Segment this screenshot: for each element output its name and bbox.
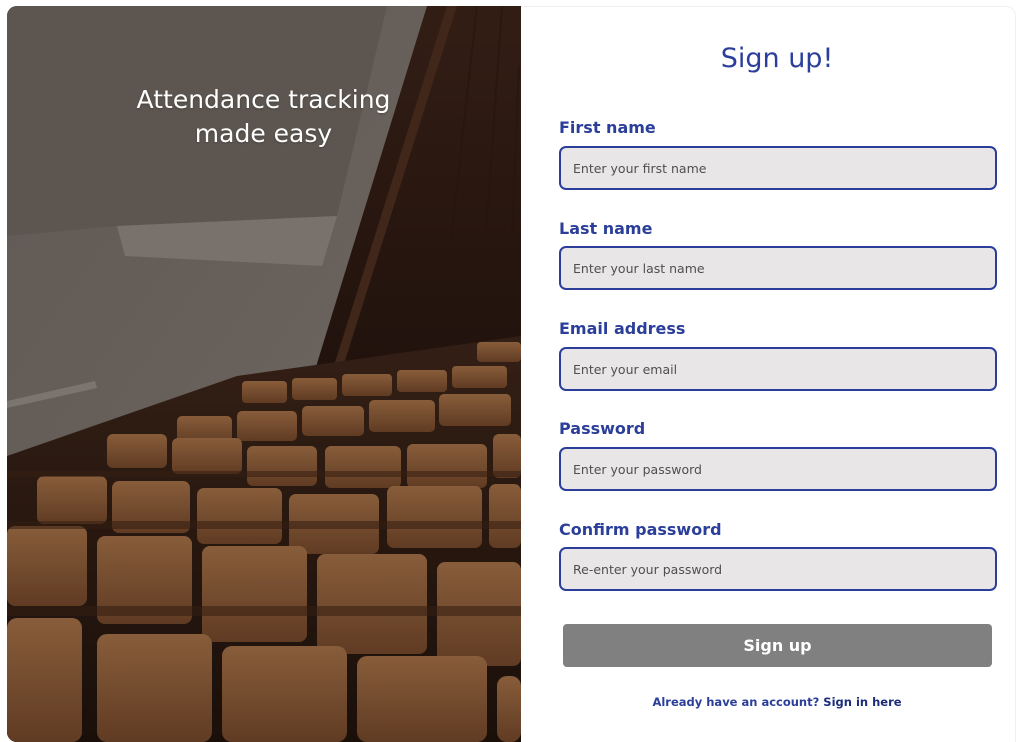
form-title: Sign up! xyxy=(720,43,834,74)
last-name-label: Last name xyxy=(559,219,653,238)
password-input[interactable] xyxy=(559,447,997,491)
last-name-input[interactable] xyxy=(559,246,997,290)
confirm-password-input[interactable] xyxy=(559,547,997,591)
password-label: Password xyxy=(559,419,646,438)
sign-up-button[interactable]: Sign up xyxy=(563,624,992,667)
signup-page: Attendance tracking made easy Sign up! F… xyxy=(0,0,1021,742)
hero-tagline: Attendance tracking made easy xyxy=(97,83,430,151)
signup-form-panel: Sign up! First name Last name Email addr… xyxy=(521,6,1016,742)
sign-in-prompt-text: Already have an account? xyxy=(652,695,820,709)
sign-in-prompt: Already have an account? Sign in here xyxy=(521,695,1021,709)
email-label: Email address xyxy=(559,319,686,338)
confirm-password-label: Confirm password xyxy=(559,520,722,539)
hero-image-panel: Attendance tracking made easy xyxy=(7,6,521,742)
hero-tagline-line2: made easy xyxy=(194,119,333,148)
email-input[interactable] xyxy=(559,347,997,391)
first-name-input[interactable] xyxy=(559,146,997,190)
first-name-label: First name xyxy=(559,118,656,137)
hero-tagline-line1: Attendance tracking xyxy=(136,85,391,114)
sign-in-link[interactable]: Sign in here xyxy=(823,695,901,709)
